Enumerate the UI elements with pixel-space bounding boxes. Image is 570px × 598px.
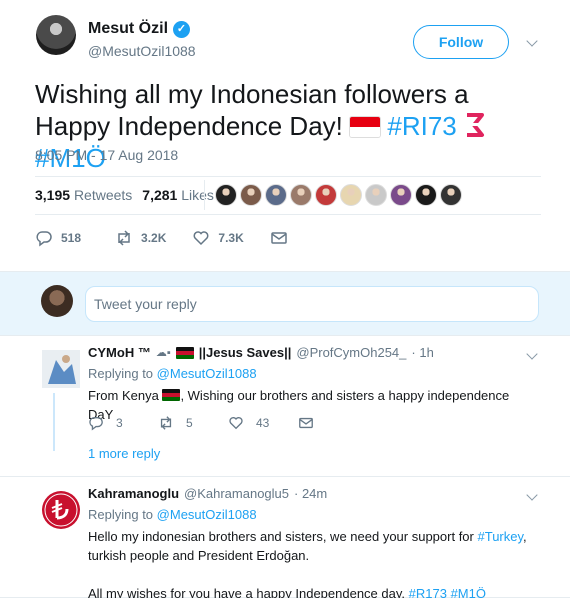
author-name[interactable]: Mesut Özil	[88, 20, 168, 38]
reply-author-handle[interactable]: @Kahramanoglu5	[184, 486, 289, 501]
divider	[35, 176, 541, 177]
divider	[35, 214, 541, 215]
follow-button[interactable]: Follow	[413, 25, 509, 59]
liker-avatar[interactable]	[415, 184, 437, 206]
heart-icon	[229, 417, 243, 430]
tweet-actions: 518 3.2K 7.3K	[35, 229, 314, 247]
like-action[interactable]: 7.3K	[192, 229, 244, 247]
heart-icon	[193, 231, 209, 246]
retweets-stat[interactable]: 3,195 Retweets	[35, 187, 132, 203]
liker-avatars	[215, 184, 462, 206]
author-handle[interactable]: @MesutOzil1088	[88, 43, 196, 59]
chevron-down-icon[interactable]	[526, 37, 538, 49]
liker-avatar[interactable]	[340, 184, 362, 206]
replying-to-handle[interactable]: @MesutOzil1088	[157, 507, 257, 522]
reply-author-avatar[interactable]	[42, 491, 80, 529]
author-avatar[interactable]	[36, 15, 76, 55]
liker-avatar[interactable]	[240, 184, 262, 206]
reply-header: Kahramanoglu @Kahramanoglu5 · 24m	[88, 486, 327, 501]
reply-author-name-suffix: ||Jesus Saves||	[198, 345, 292, 360]
replying-to: Replying to @MesutOzil1088	[88, 507, 257, 522]
envelope-icon	[299, 417, 313, 429]
reply-icon	[89, 417, 103, 431]
retweet-icon	[160, 416, 172, 430]
reply-count: 518	[61, 231, 82, 245]
reply-time[interactable]: · 1h	[411, 345, 433, 360]
current-user-avatar	[41, 285, 73, 317]
reply-time[interactable]: · 24m	[294, 486, 327, 501]
replying-to: Replying to @MesutOzil1088	[88, 366, 257, 381]
liker-avatar[interactable]	[290, 184, 312, 206]
tweet-timestamp[interactable]: 8:05 PM - 17 Aug 2018	[35, 147, 178, 163]
reply-header: CYMoH ™ ☁▪ ||Jesus Saves|| @ProfCymOh254…	[88, 345, 434, 360]
divider	[204, 180, 205, 210]
kenya-flag-icon	[175, 346, 194, 359]
liker-avatar[interactable]	[440, 184, 462, 206]
reply-action[interactable]: 3	[88, 415, 158, 431]
reply-tweet[interactable]: CYMoH ™ ☁▪ ||Jesus Saves|| @ProfCymOh254…	[0, 337, 570, 477]
main-tweet: Mesut Özil ✓ @MesutOzil1088 Follow Wishi…	[0, 0, 570, 272]
reply-author-handle[interactable]: @ProfCymOh254_	[296, 345, 406, 360]
author-name-row[interactable]: Mesut Özil ✓	[88, 20, 191, 38]
reply-composer: Tweet your reply	[0, 272, 570, 336]
hashtag-turkey[interactable]: #Turkey	[478, 529, 524, 544]
retweet-action[interactable]: 3.2K	[115, 229, 166, 247]
reply-actions: 3 5 43	[88, 415, 368, 431]
ri73-emoji-icon	[464, 111, 486, 139]
thread-line	[53, 393, 55, 451]
tweet-stats: 3,195 Retweets 7,281 Likes	[35, 187, 214, 203]
kenya-flag-icon	[162, 389, 181, 401]
reply-author-avatar[interactable]	[42, 350, 80, 388]
like-count: 7.3K	[218, 231, 244, 245]
reply-tweet[interactable]: Kahramanoglu @Kahramanoglu5 · 24m Replyi…	[0, 478, 570, 598]
liker-avatar[interactable]	[215, 184, 237, 206]
retweet-action[interactable]: 5	[158, 415, 228, 431]
retweet-count: 3.2K	[141, 231, 167, 245]
hashtag-ri73[interactable]: #RI73	[387, 111, 456, 141]
like-action[interactable]: 43	[228, 415, 298, 431]
replying-to-handle[interactable]: @MesutOzil1088	[157, 366, 257, 381]
reply-input[interactable]: Tweet your reply	[85, 286, 539, 322]
reply-text: Hello my indonesian brothers and sisters…	[88, 527, 528, 598]
hashtag-r173[interactable]: #R173	[409, 586, 447, 598]
more-replies-link[interactable]: 1 more reply	[88, 446, 160, 461]
reply-author-name[interactable]: Kahramanoglu	[88, 486, 179, 501]
liker-avatar[interactable]	[390, 184, 412, 206]
liker-avatar[interactable]	[365, 184, 387, 206]
cloud-emoji-icon: ☁▪	[155, 347, 171, 359]
indonesia-flag-icon	[350, 117, 381, 137]
verified-badge-icon: ✓	[173, 20, 191, 38]
envelope-icon	[271, 232, 287, 244]
liker-avatar[interactable]	[315, 184, 337, 206]
chevron-down-icon[interactable]	[526, 350, 538, 362]
hashtag-m1o[interactable]: #M1Ö	[451, 586, 486, 598]
reply-author-name[interactable]: CYMoH ™	[88, 345, 151, 360]
chevron-down-icon[interactable]	[526, 491, 538, 503]
direct-message-action[interactable]	[298, 415, 368, 431]
reply-action[interactable]: 518	[35, 229, 81, 247]
direct-message-action[interactable]	[270, 229, 288, 247]
retweet-icon	[118, 230, 130, 246]
liker-avatar[interactable]	[265, 184, 287, 206]
reply-icon	[36, 231, 52, 247]
